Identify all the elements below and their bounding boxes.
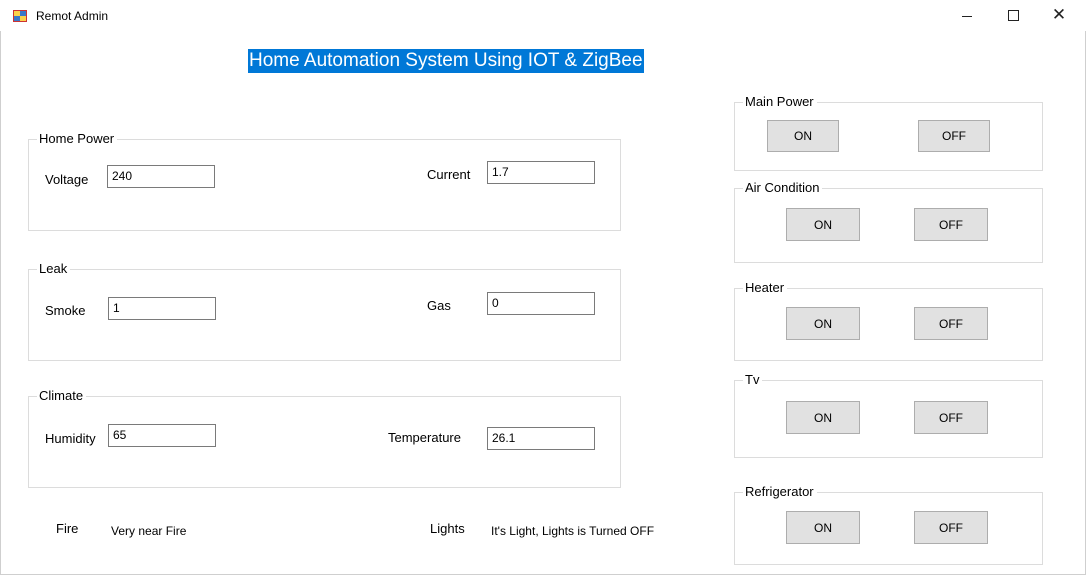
current-label: Current	[427, 167, 471, 182]
lights-label: Lights	[430, 521, 465, 536]
humidity-field[interactable]: 65	[108, 424, 216, 447]
group-title-refrigerator: Refrigerator	[743, 484, 817, 500]
temperature-field[interactable]: 26.1	[487, 427, 595, 450]
voltage-field[interactable]: 240	[107, 165, 215, 188]
air-condition-on-button[interactable]: ON	[786, 208, 860, 241]
temperature-label: Temperature	[388, 430, 461, 445]
fire-label: Fire	[56, 521, 79, 536]
main-power-on-button[interactable]: ON	[767, 120, 839, 152]
gas-label: Gas	[427, 298, 451, 313]
heater-on-button[interactable]: ON	[786, 307, 860, 340]
voltage-label: Voltage	[45, 172, 89, 187]
smoke-label: Smoke	[45, 303, 86, 318]
group-title-climate: Climate	[37, 388, 87, 404]
lights-status: It's Light, Lights is Turned OFF	[491, 524, 655, 538]
app-window-icon	[13, 10, 27, 22]
refrigerator-on-button[interactable]: ON	[786, 511, 860, 544]
group-title-tv: Tv	[743, 372, 763, 388]
maximize-icon	[1007, 10, 1019, 21]
smoke-field[interactable]: 1	[108, 297, 216, 320]
current-field[interactable]: 1.7	[487, 161, 595, 184]
close-icon: ✕	[1051, 5, 1067, 25]
group-title-main-power: Main Power	[743, 94, 817, 110]
main-power-off-button[interactable]: OFF	[918, 120, 990, 152]
group-title-leak: Leak	[37, 261, 71, 277]
page-title: Home Automation System Using IOT & ZigBe…	[248, 49, 644, 73]
group-tv: Tv	[734, 372, 1043, 458]
group-title-heater: Heater	[743, 280, 788, 296]
maximize-button[interactable]	[990, 0, 1036, 31]
close-button[interactable]: ✕	[1036, 0, 1082, 31]
refrigerator-off-button[interactable]: OFF	[914, 511, 988, 544]
fire-status: Very near Fire	[111, 524, 187, 538]
group-title-home-power: Home Power	[37, 131, 118, 147]
group-refrigerator: Refrigerator	[734, 484, 1043, 565]
minimize-icon	[962, 16, 972, 17]
air-condition-off-button[interactable]: OFF	[914, 208, 988, 241]
group-air-condition: Air Condition	[734, 180, 1043, 263]
title-bar[interactable]: Remot Admin ✕	[0, 0, 1086, 31]
tv-on-button[interactable]: ON	[786, 401, 860, 434]
tv-off-button[interactable]: OFF	[914, 401, 988, 434]
minimize-button[interactable]	[944, 0, 990, 31]
heater-off-button[interactable]: OFF	[914, 307, 988, 340]
group-title-air-condition: Air Condition	[743, 180, 823, 196]
gas-field[interactable]: 0	[487, 292, 595, 315]
humidity-label: Humidity	[45, 431, 96, 446]
group-heater: Heater	[734, 280, 1043, 361]
window-title: Remot Admin	[36, 9, 109, 23]
